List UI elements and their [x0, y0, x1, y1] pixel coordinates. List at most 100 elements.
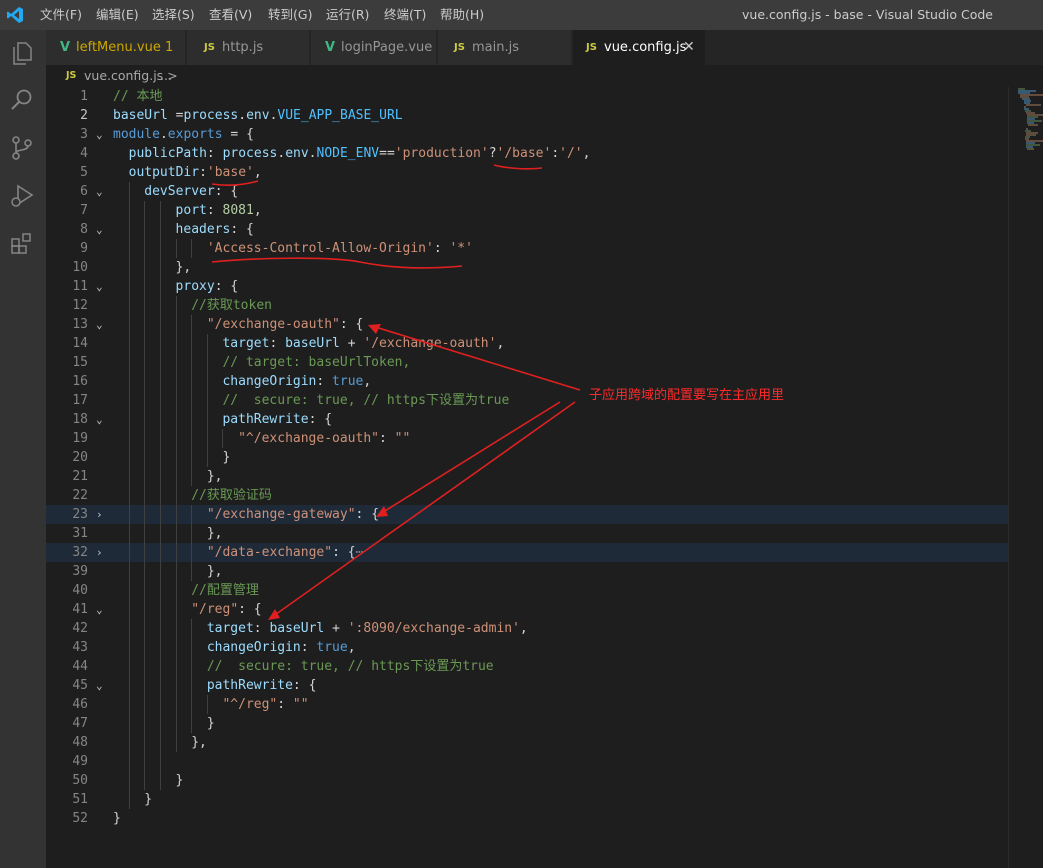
chevron-down-icon[interactable]: ⌄ — [96, 315, 108, 334]
indent-guide — [128, 752, 130, 771]
code-token: changeOrigin — [206, 640, 301, 655]
code-token: } — [175, 773, 184, 788]
menu-item[interactable]: 文件(F) — [40, 0, 82, 30]
code-line: 8 ⌄ headers: { — [46, 220, 1008, 239]
code-token: 'Access-Control-Allow-Origin' — [206, 241, 434, 256]
code-line: 39}, — [46, 562, 1008, 581]
minimap[interactable] — [1016, 87, 1043, 157]
code-text: publicPath: process.env.NODE_ENV=='produ… — [129, 144, 591, 163]
code-line: 14 target: baseUrl + '/exchange-oauth', — [46, 334, 1008, 353]
line-number: 2 — [80, 108, 88, 123]
code-token: : { — [230, 222, 254, 237]
indent-guide — [206, 372, 208, 391]
indent-guide — [128, 239, 130, 258]
code-line: 22 //获取验证码 — [46, 486, 1008, 505]
close-tab-icon[interactable]: ✕ — [683, 30, 695, 65]
chevron-down-icon[interactable]: ⌄ — [96, 182, 108, 201]
code-line: 11 ⌄ proxy: { — [46, 277, 1008, 296]
chevron-down-icon[interactable]: ⌄ — [96, 600, 108, 619]
indent-guide — [191, 429, 193, 448]
tab-main-js[interactable]: JS main.js — [438, 30, 572, 65]
chevron-right-icon[interactable]: › — [96, 543, 108, 562]
line-number: 17 — [72, 393, 88, 408]
line-number: 23 — [72, 507, 88, 522]
code-text: module.exports = { — [113, 125, 254, 144]
line-number: 45 — [72, 678, 88, 693]
code-token: : { — [308, 412, 333, 427]
breadcrumb-more[interactable]: ... — [160, 65, 172, 87]
code-text: target: baseUrl + '/exchange-oauth', — [222, 334, 504, 353]
indent-guide — [159, 752, 161, 771]
line-number: 41 — [72, 602, 88, 617]
indent-guide — [128, 258, 130, 277]
line-number: 49 — [72, 754, 88, 769]
extensions-icon[interactable] — [8, 230, 36, 258]
vue-file-icon: V — [60, 40, 71, 55]
menu-item[interactable]: 帮助(H) — [440, 0, 484, 30]
indent-guide — [128, 315, 130, 334]
code-token: // target: baseUrlToken, — [222, 355, 411, 370]
tab-http-js[interactable]: JS http.js — [187, 30, 310, 65]
indent-guide — [128, 733, 130, 752]
indent-guide — [128, 353, 130, 372]
menu-item[interactable]: 编辑(E) — [96, 0, 139, 30]
tab-vue-config-js[interactable]: JS vue.config.js ✕ — [573, 30, 706, 65]
tab-leftmenu-vue[interactable]: V leftMenu.vue 1 — [46, 30, 186, 65]
indent-guide — [159, 220, 161, 239]
code-token: : — [551, 146, 560, 161]
indent-guide — [175, 372, 177, 391]
indent-guide — [128, 410, 130, 429]
code-token: = — [167, 108, 184, 123]
code-line: 46 "^/reg": "" — [46, 695, 1008, 714]
code-editor[interactable]: 1// 本地 2 baseUrl =process.env.VUE_APP_BASE… — [46, 87, 1043, 868]
line-number: 52 — [72, 811, 88, 826]
indent-guide — [175, 714, 177, 733]
code-line: 32 › "/data-exchange": {⋯ — [46, 543, 1008, 562]
indent-guide — [128, 524, 130, 543]
chevron-down-icon[interactable]: ⌄ — [96, 277, 108, 296]
source-control-icon[interactable] — [8, 134, 36, 162]
menu-item[interactable]: 运行(R) — [326, 0, 369, 30]
code-text: }, — [207, 562, 223, 581]
code-token: . — [277, 146, 286, 161]
menu-item[interactable]: 终端(T) — [384, 0, 426, 30]
code-token: proxy — [175, 279, 215, 294]
indent-guide — [144, 296, 146, 315]
code-text: target: baseUrl + ':8090/exchange-admin'… — [207, 619, 528, 638]
indent-guide — [191, 505, 193, 524]
code-line: 23 › "/exchange-gateway": {⋯ — [46, 505, 1008, 524]
chevron-down-icon[interactable]: ⌄ — [96, 220, 108, 239]
chevron-down-icon[interactable]: ⌄ — [96, 676, 108, 695]
menu-item[interactable]: 选择(S) — [152, 0, 195, 30]
indent-guide — [159, 391, 161, 410]
explorer-icon[interactable] — [8, 38, 36, 66]
indent-guide — [159, 505, 161, 524]
code-line: 40 //配置管理 — [46, 581, 1008, 600]
code-token: . — [159, 127, 168, 142]
menu-item[interactable]: 转到(G) — [268, 0, 312, 30]
code-line: 15 // target: baseUrlToken, — [46, 353, 1008, 372]
chevron-down-icon[interactable]: ⌄ — [96, 410, 108, 429]
breadcrumb-file: vue.config.js — [84, 68, 164, 83]
code-token: "/exchange-gateway" — [206, 507, 356, 522]
indent-guide — [128, 505, 130, 524]
code-line: 49 — [46, 752, 1008, 771]
code-token: // secure: true, // https下设置为true — [206, 659, 494, 674]
indent-guide — [144, 410, 146, 429]
indent-guide — [175, 410, 177, 429]
code-text: "/data-exchange": {⋯ — [207, 543, 364, 562]
chevron-down-icon[interactable]: ⌄ — [96, 125, 108, 144]
run-debug-icon[interactable] — [8, 182, 36, 210]
code-line: 7 port: 8081, — [46, 201, 1008, 220]
tab-loginpage-vue[interactable]: V loginPage.vue — [311, 30, 437, 65]
code-token: : { — [332, 545, 356, 560]
indent-guide — [175, 581, 177, 600]
code-token: } — [144, 792, 153, 807]
search-icon[interactable] — [8, 86, 36, 114]
code-text: port: 8081, — [176, 201, 262, 220]
line-number: 8 — [80, 222, 88, 237]
chevron-right-icon[interactable]: › — [96, 505, 108, 524]
menu-item[interactable]: 查看(V) — [209, 0, 252, 30]
line-number: 4 — [80, 146, 88, 161]
code-token: , — [347, 640, 356, 655]
